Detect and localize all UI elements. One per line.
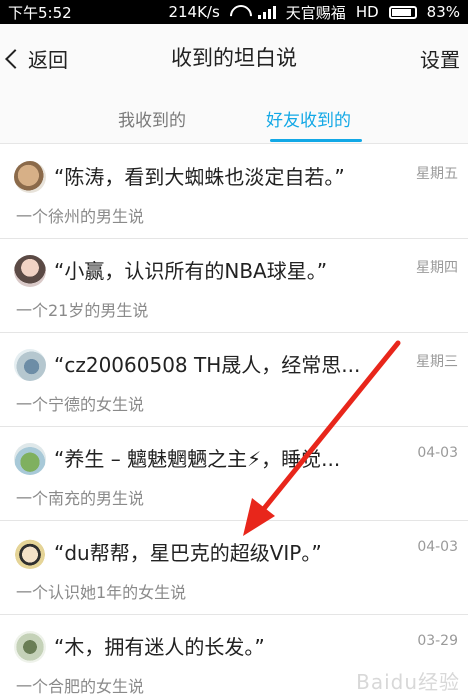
- time-label: 星期五: [416, 166, 458, 182]
- confession-list: “陈涛，看到大蜘蛛也淡定自若。” 星期五 一个徐州的男生说 “小赢，认识所有的N…: [0, 145, 468, 697]
- status-right: 214K/s 天官赐福 HD 83%: [168, 2, 460, 23]
- battery-percent: 83%: [426, 3, 460, 21]
- avatar: [14, 255, 46, 287]
- avatar: [14, 631, 46, 663]
- tab-bar: 我收到的 好友收到的: [0, 92, 468, 144]
- list-item[interactable]: “陈涛，看到大蜘蛛也淡定自若。” 星期五 一个徐州的男生说: [0, 145, 468, 239]
- time-label: 星期三: [416, 354, 458, 370]
- settings-button[interactable]: 设置: [420, 44, 460, 73]
- sender-description: 一个徐州的男生说: [16, 207, 145, 226]
- time-label: 03-29: [417, 633, 458, 649]
- confession-text: “陈涛，看到大蜘蛛也淡定自若。”: [54, 165, 345, 189]
- status-time: 下午5:52: [8, 3, 72, 22]
- confession-text: “木，拥有迷人的长发。”: [54, 635, 265, 659]
- avatar: [14, 349, 46, 381]
- page-title: 收到的坦白说: [171, 46, 297, 70]
- list-item[interactable]: “小赢，认识所有的NBA球星。” 星期四 一个21岁的男生说: [0, 239, 468, 333]
- sender-description: 一个南充的男生说: [16, 489, 145, 508]
- wifi-icon: [230, 5, 248, 19]
- signal-icon: [257, 5, 276, 19]
- confession-text: “小赢，认识所有的NBA球星。”: [54, 259, 328, 283]
- avatar: [14, 443, 46, 475]
- confession-text: “du帮帮，星巴克的超级VIP。”: [54, 541, 322, 565]
- battery-icon: [388, 5, 417, 19]
- tab-my-received[interactable]: 我收到的: [118, 106, 186, 131]
- list-item[interactable]: “养生 – 魑魅魍魉之主⚡，睡觉... 04-03 一个南充的男生说: [0, 427, 468, 521]
- network-speed: 214K/s: [168, 3, 220, 21]
- tab-friends-received[interactable]: 好友收到的: [266, 106, 351, 131]
- sender-description: 一个认识她1年的女生说: [16, 583, 187, 602]
- list-item[interactable]: “du帮帮，星巴克的超级VIP。” 04-03 一个认识她1年的女生说: [0, 521, 468, 615]
- status-bar: 下午5:52 214K/s 天官赐福 HD 83%: [0, 0, 468, 24]
- active-tab-indicator: [270, 139, 362, 142]
- confession-text: “cz20060508 TH晟人，经常思...: [54, 353, 361, 377]
- confession-text: “养生 – 魑魅魍魉之主⚡，睡觉...: [54, 447, 341, 471]
- hd-indicator: HD: [355, 3, 379, 21]
- time-label: 04-03: [417, 445, 458, 461]
- sender-description: 一个宁德的女生说: [16, 395, 145, 414]
- avatar: [14, 537, 46, 569]
- sender-description: 一个合肥的女生说: [16, 677, 145, 696]
- watermark: Baidu经验: [356, 670, 460, 694]
- carrier-name: 天官赐福: [285, 3, 346, 22]
- time-label: 04-03: [417, 539, 458, 555]
- avatar: [14, 161, 46, 193]
- time-label: 星期四: [416, 260, 458, 276]
- list-item[interactable]: “cz20060508 TH晟人，经常思... 星期三 一个宁德的女生说: [0, 333, 468, 427]
- sender-description: 一个21岁的男生说: [16, 301, 149, 320]
- navigation-bar: 返回 收到的坦白说 设置: [0, 24, 468, 92]
